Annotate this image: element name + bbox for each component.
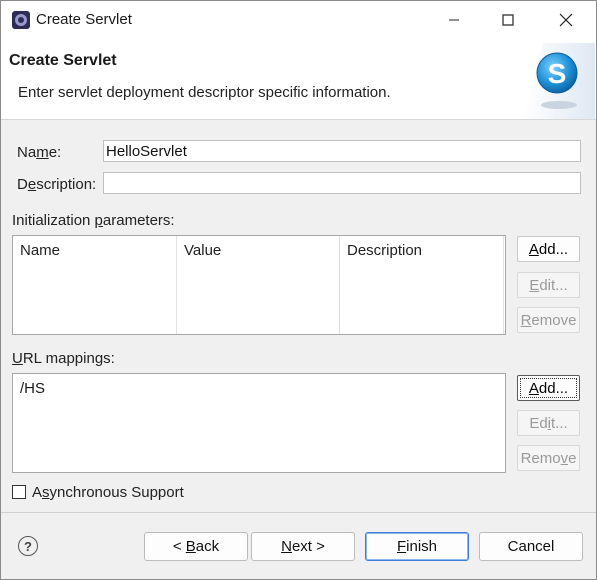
cancel-button[interactable]: Cancel (479, 532, 583, 561)
banner-title: Create Servlet (9, 52, 117, 69)
async-support-label[interactable]: Asynchronous Support (32, 484, 184, 501)
servlet-logo-icon: S (523, 43, 595, 119)
url-mappings-remove-button[interactable]: Remo v e (517, 445, 580, 471)
column-header-name[interactable]: Name (13, 236, 177, 334)
title-bar: Create Servlet (1, 1, 596, 39)
list-item[interactable]: /HS (20, 380, 45, 397)
window-title: Create Servlet (36, 11, 132, 28)
init-params-remove-button[interactable]: Remove (517, 307, 580, 333)
name-label: Name: (17, 144, 62, 161)
init-params-add-button[interactable]: Add... (517, 236, 580, 262)
eclipse-app-icon (12, 11, 30, 29)
url-mappings-edit-button[interactable]: Ed i t... (517, 410, 580, 436)
column-header-value[interactable]: Value (177, 236, 340, 334)
banner-description: Enter servlet deployment descriptor spec… (18, 84, 391, 101)
maximize-button[interactable] (485, 1, 531, 39)
url-mappings-add-button[interactable]: Add... (517, 375, 580, 401)
next-button[interactable]: Next > (251, 532, 355, 561)
minimize-button[interactable] (431, 1, 477, 39)
url-mappings-list[interactable]: /HS (12, 373, 506, 473)
finish-button[interactable]: Finish (365, 532, 469, 561)
minimize-icon (449, 19, 459, 21)
logo-letter: S (548, 58, 567, 89)
create-servlet-dialog: Create Servlet Create Servlet Enter serv… (0, 0, 597, 580)
footer-separator (1, 512, 596, 513)
init-params-label: Initialization parameters: (12, 212, 175, 229)
back-button[interactable]: < Back (144, 532, 248, 561)
init-params-edit-button[interactable]: Edit... (517, 272, 580, 298)
init-params-table[interactable]: Name Value Description (12, 235, 506, 335)
help-icon[interactable]: ? (18, 536, 38, 556)
url-mappings-label: URL mappings: (12, 350, 115, 367)
name-field[interactable] (103, 140, 581, 162)
description-field[interactable] (103, 172, 581, 194)
description-label: Description: (17, 176, 97, 193)
async-support-checkbox[interactable] (12, 485, 26, 499)
column-header-description[interactable]: Description (340, 236, 504, 334)
close-button[interactable] (543, 1, 589, 39)
close-icon (559, 13, 573, 27)
wizard-banner: Create Servlet Enter servlet deployment … (1, 39, 596, 120)
maximize-icon (502, 14, 514, 26)
